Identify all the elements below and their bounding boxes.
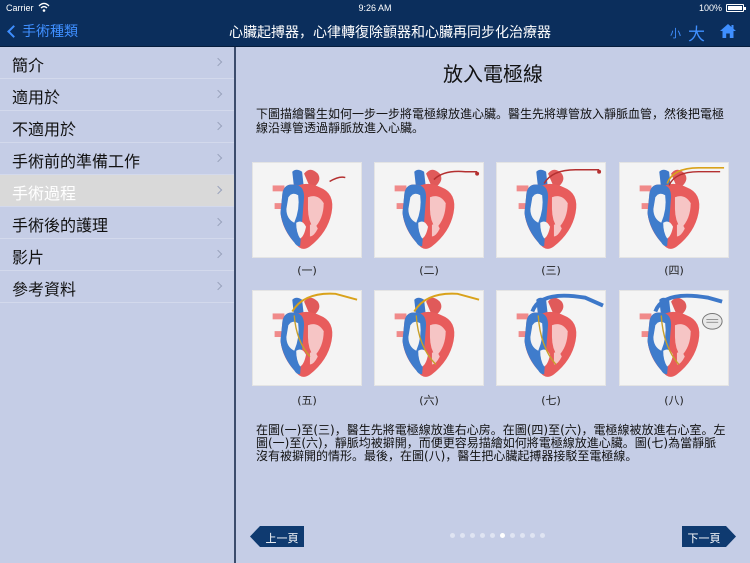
font-size-small-button[interactable]: 小 xyxy=(670,25,681,41)
sidebar-item-label: 適用於 xyxy=(12,88,61,107)
figure-caption: (七) xyxy=(541,394,561,407)
sidebar-item-aftercare[interactable]: 手術後的護理 xyxy=(0,207,234,239)
sidebar-item-label: 手術過程 xyxy=(12,184,77,203)
figure-caption: (二) xyxy=(419,264,439,277)
battery-icon xyxy=(726,4,746,12)
font-size-large-button[interactable]: 大 xyxy=(688,20,705,45)
figure-caption: (六) xyxy=(419,394,439,407)
page-dot[interactable] xyxy=(450,533,455,538)
sidebar-item-label: 簡介 xyxy=(12,56,45,75)
sidebar: 簡介 適用於 不適用於 手術前的準備工作 手術過程 手術後的護理 影片 參考資料 xyxy=(0,47,234,563)
heart-figure-3 xyxy=(496,162,606,258)
heart-illustration xyxy=(272,292,358,377)
heart-figure-5 xyxy=(252,290,362,386)
heart-figure-2 xyxy=(374,162,484,258)
heart-illustration xyxy=(394,292,480,377)
navigation-bar: 手術種類 心臟起搏器，心律轉復除顫器和心臟再同步化治療器 小 大 xyxy=(0,16,750,47)
sidebar-item-video[interactable]: 影片 xyxy=(0,239,234,271)
next-page-button[interactable]: 下一頁 xyxy=(682,526,736,547)
previous-page-button[interactable]: 上一頁 xyxy=(250,526,304,547)
sidebar-item-label: 影片 xyxy=(12,248,45,267)
heart-figure-8 xyxy=(619,290,729,386)
chevron-right-icon xyxy=(213,89,223,99)
page-indicator[interactable] xyxy=(450,533,545,541)
page-dot[interactable] xyxy=(540,533,545,538)
sidebar-item-contraindications[interactable]: 不適用於 xyxy=(0,111,234,143)
heart-illustration xyxy=(394,169,480,249)
page-dot[interactable] xyxy=(520,533,525,538)
sidebar-item-indications[interactable]: 適用於 xyxy=(0,79,234,111)
description-text: 在圖(一)至(三)，醫生先將電極線放進右心房。在圖(四)至(六)，電極線被放進右… xyxy=(256,423,726,463)
chevron-left-icon xyxy=(7,24,20,38)
figure-caption: (四) xyxy=(664,264,684,277)
clock: 9:26 AM xyxy=(358,3,392,13)
sidebar-item-label: 手術前的準備工作 xyxy=(12,152,141,171)
previous-page-label: 上一頁 xyxy=(265,532,299,545)
figure-caption: (一) xyxy=(297,264,317,277)
chevron-right-icon xyxy=(213,121,223,131)
figure-caption: (五) xyxy=(297,394,317,407)
sidebar-item-references[interactable]: 參考資料 xyxy=(0,271,234,303)
back-button-label: 手術種類 xyxy=(22,24,78,40)
sidebar-item-label: 不適用於 xyxy=(12,120,77,139)
heart-illustration xyxy=(516,293,604,377)
figure-caption: (三) xyxy=(541,264,561,277)
chevron-right-icon xyxy=(213,153,223,163)
figure-caption: (八) xyxy=(664,394,684,407)
page-dot[interactable] xyxy=(470,533,475,538)
status-bar: Carrier 9:26 AM 100% xyxy=(0,0,750,16)
section-title: 放入電極線 xyxy=(443,62,543,86)
page-dot[interactable] xyxy=(490,533,495,538)
heart-illustration xyxy=(639,166,725,249)
heart-illustration xyxy=(639,293,723,377)
chevron-right-icon xyxy=(213,249,223,259)
intro-text: 下圖描繪醫生如何一步一步將電極線放進心臟。醫生先將導管放入靜脈血管，然後把電極線… xyxy=(256,107,725,135)
home-icon[interactable] xyxy=(719,22,737,40)
heart-figure-7 xyxy=(496,290,606,386)
next-page-label: 下一頁 xyxy=(687,532,721,545)
chevron-right-icon xyxy=(213,281,223,291)
chevron-right-icon xyxy=(213,57,223,67)
sidebar-item-procedure[interactable]: 手術過程 xyxy=(0,175,234,207)
page-dot-current[interactable] xyxy=(500,533,505,538)
content-panel: 放入電極線 下圖描繪醫生如何一步一步將電極線放進心臟。醫生先將導管放入靜脈血管，… xyxy=(236,47,750,563)
heart-figure-1 xyxy=(252,162,362,258)
page-dot[interactable] xyxy=(460,533,465,538)
chevron-right-icon xyxy=(213,185,223,195)
page-title: 心臟起搏器，心律轉復除顫器和心臟再同步化治療器 xyxy=(229,25,551,41)
page-dot[interactable] xyxy=(480,533,485,538)
chevron-right-icon xyxy=(213,217,223,227)
sidebar-item-label: 手術後的護理 xyxy=(12,216,109,235)
page-dot[interactable] xyxy=(530,533,535,538)
sidebar-item-preparation[interactable]: 手術前的準備工作 xyxy=(0,143,234,175)
heart-figure-4 xyxy=(619,162,729,258)
sidebar-item-introduction[interactable]: 簡介 xyxy=(0,47,234,79)
heart-figure-6 xyxy=(374,290,484,386)
back-button[interactable]: 手術種類 xyxy=(6,21,78,41)
page-dot[interactable] xyxy=(510,533,515,538)
sidebar-item-label: 參考資料 xyxy=(12,280,77,299)
heart-illustration xyxy=(516,169,602,249)
battery-percent: 100% xyxy=(698,3,722,13)
heart-illustration xyxy=(272,169,346,249)
